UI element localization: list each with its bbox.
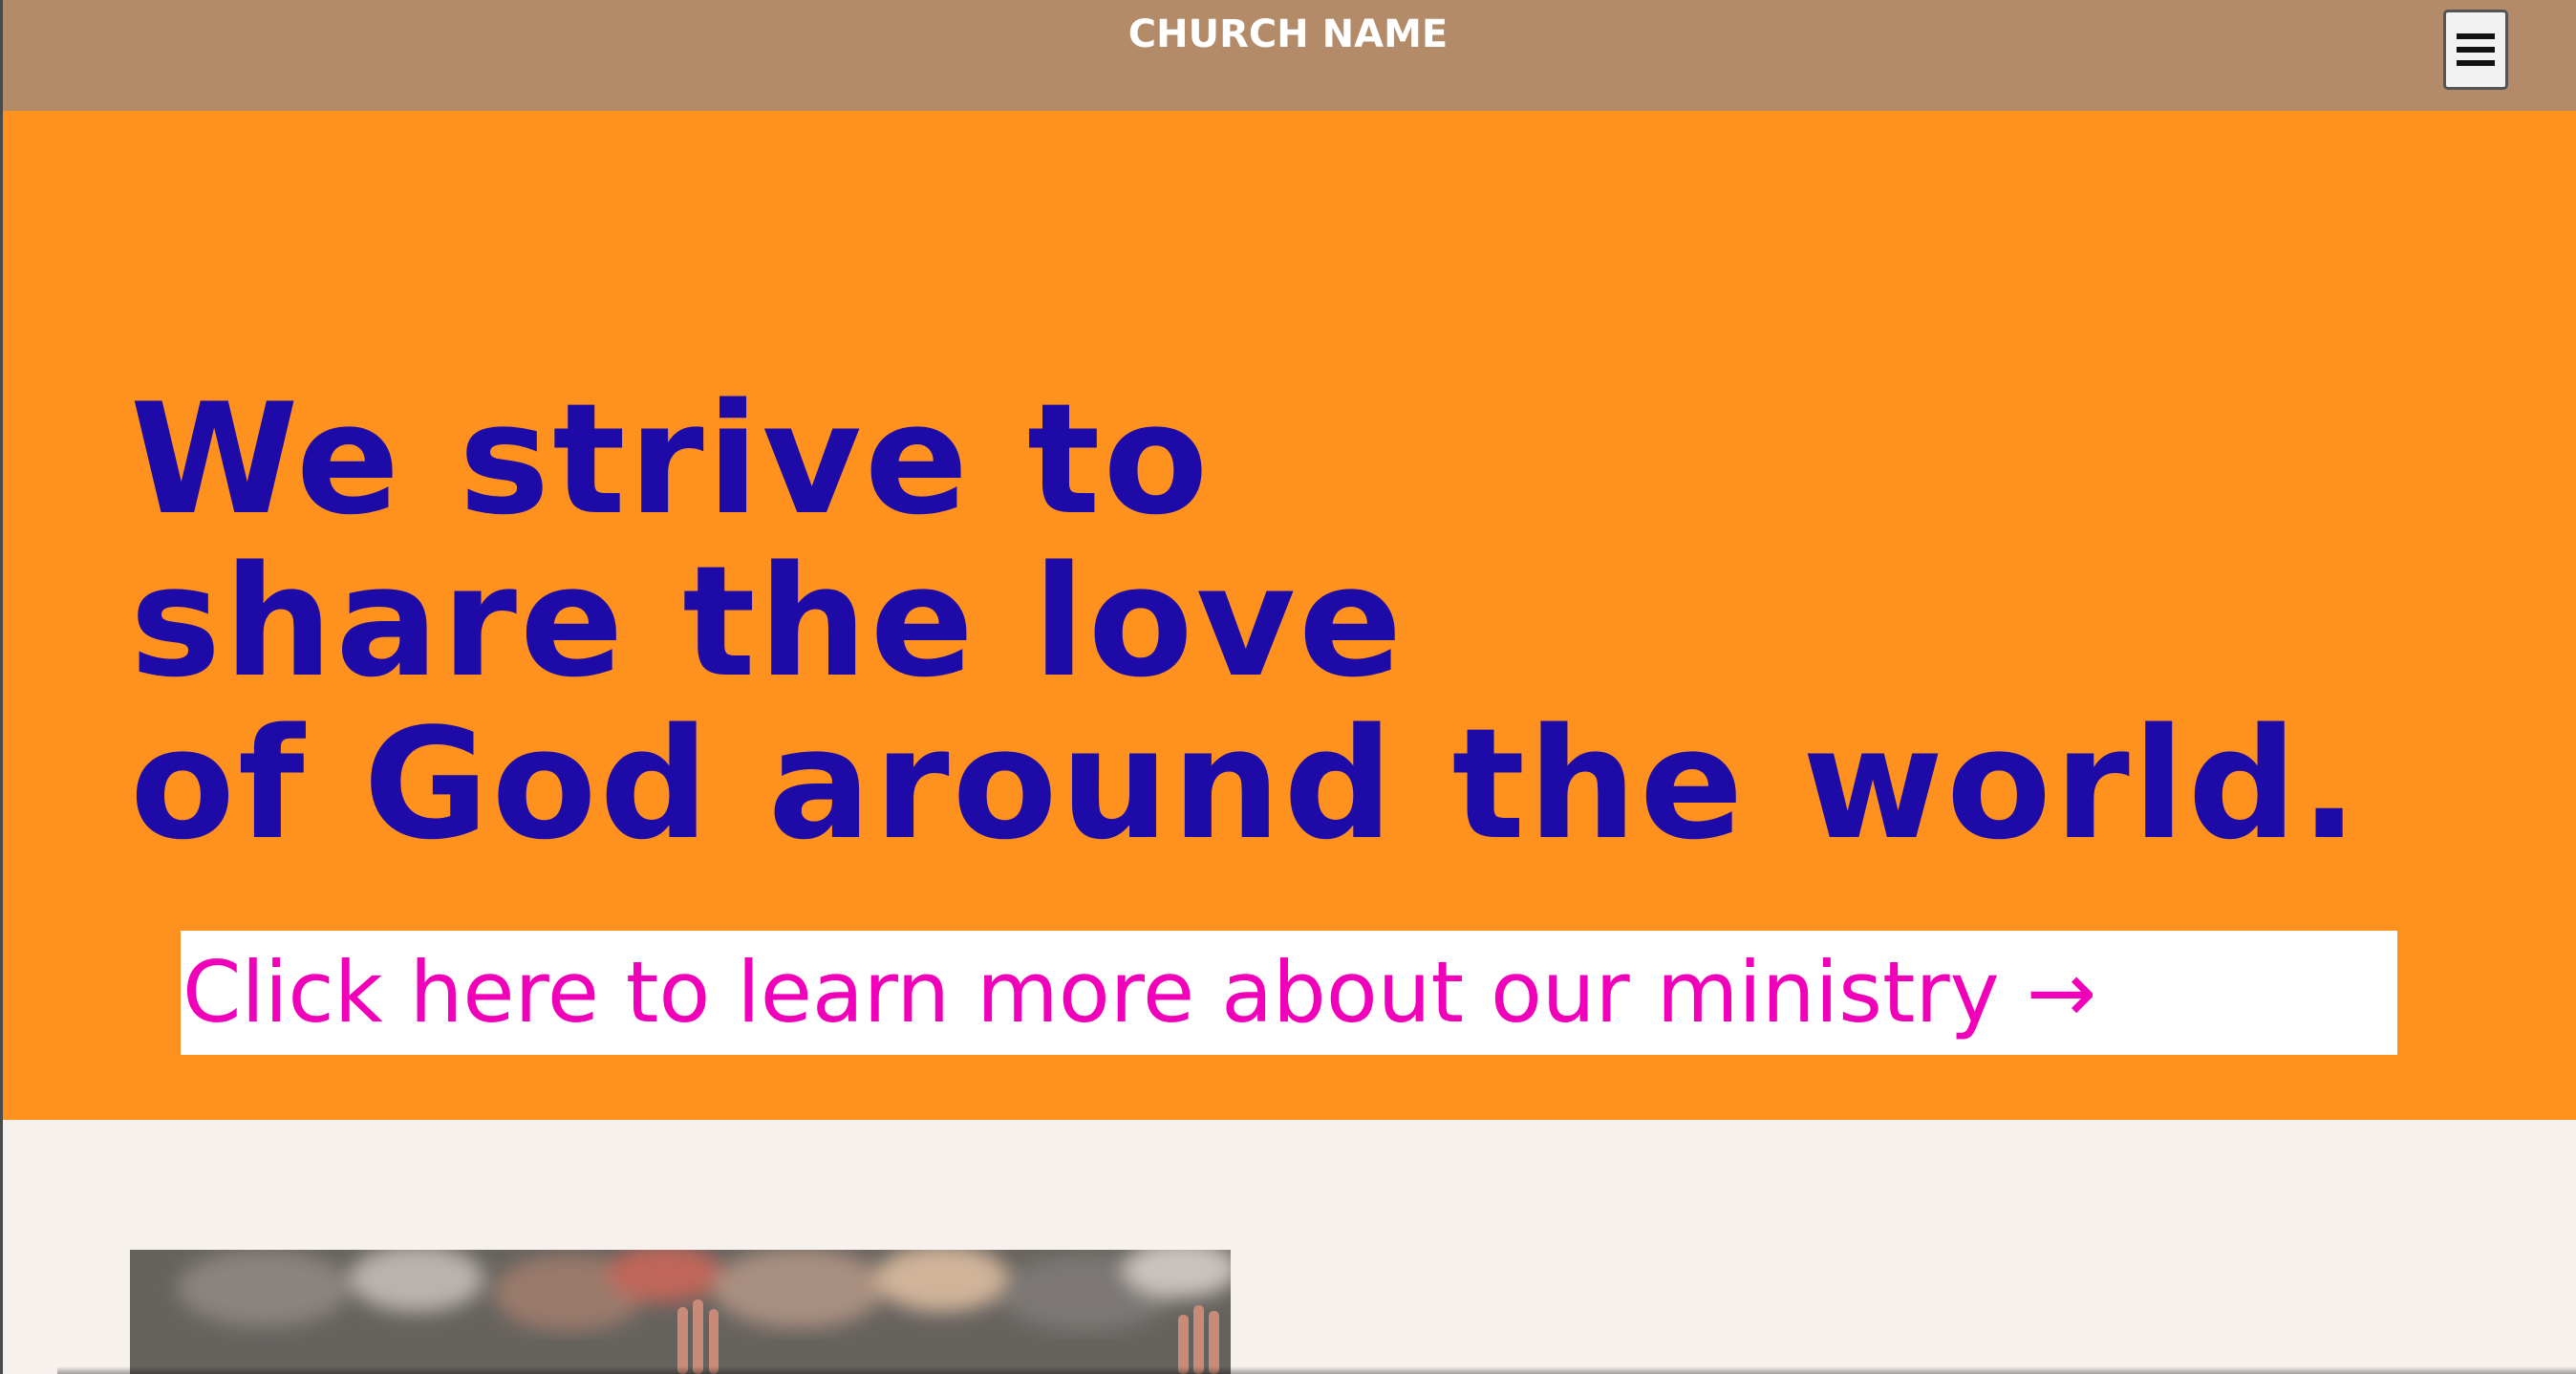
window-edge [0,0,3,1374]
page: CHURCH NAME We strive to share the love … [0,0,2576,1374]
headline-line-3: of God around the world. [130,695,2361,873]
hamburger-menu-button[interactable] [2443,10,2508,90]
church-name-logo[interactable]: CHURCH NAME [0,0,2576,69]
site-header: CHURCH NAME [0,0,2576,111]
cta-label: Click here to learn more about our minis… [182,943,2097,1041]
photo-image [130,1250,1231,1374]
crowd-raised-hands-photo [130,1250,1231,1374]
window-bottom-shadow [57,1366,2576,1374]
headline-line-1: We strive to [130,370,1212,548]
hero-headline: We strive to share the love of God aroun… [130,378,2361,866]
menu-bar [2457,60,2495,66]
hamburger-menu-icon [2457,33,2495,66]
menu-bar [2457,33,2495,39]
menu-bar [2457,47,2495,53]
learn-more-ministry-link[interactable]: Click here to learn more about our minis… [181,931,2397,1055]
headline-line-2: share the love [130,532,1406,711]
